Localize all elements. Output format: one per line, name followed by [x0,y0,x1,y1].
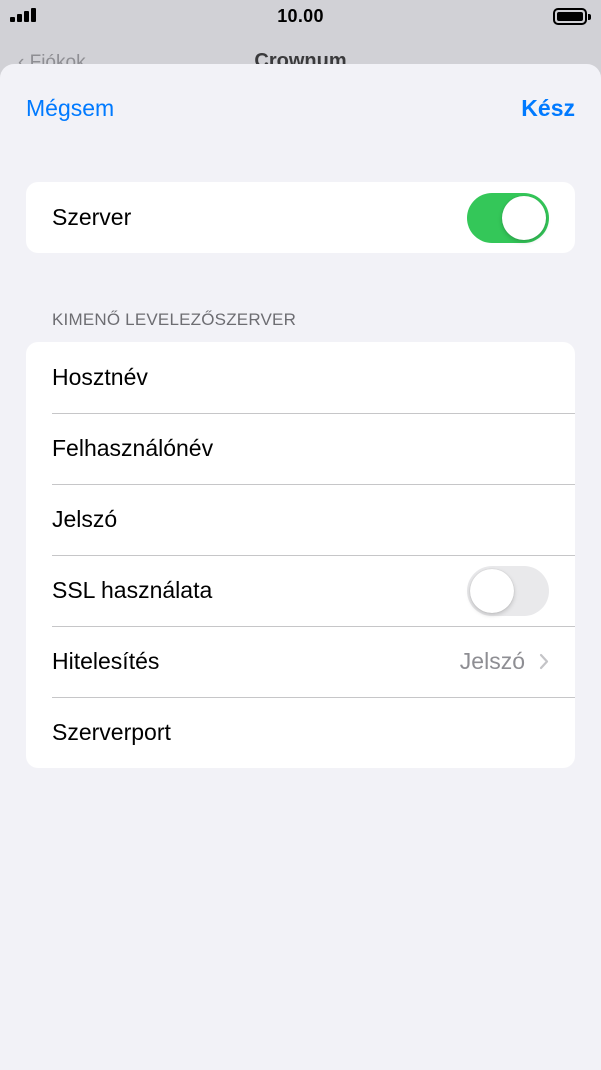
server-row: Szerver [26,182,575,253]
ssl-toggle[interactable] [467,565,549,616]
authentication-value: Jelszó [459,648,525,674]
modal-sheet: Mégsem Kész Szerver KIMENŐ LEVELEZŐSZERV… [0,64,601,1070]
status-bar: 10.00 [0,0,601,34]
password-row[interactable]: Jelszó [26,484,575,555]
status-time: 10.00 [277,6,324,26]
server-group: Szerver [26,182,575,253]
server-port-label: Szerverport [52,719,171,745]
server-port-row[interactable]: Szerverport [26,697,575,768]
authentication-row[interactable]: Hitelesítés Jelszó [26,626,575,697]
username-row[interactable]: Felhasználónév [26,413,575,484]
hostname-row[interactable]: Hosztnév [26,342,575,413]
ssl-label: SSL használata [52,577,213,603]
cancel-button[interactable]: Mégsem [26,95,114,122]
username-label: Felhasználónév [52,435,214,461]
ssl-row: SSL használata [26,555,575,626]
server-toggle[interactable] [467,192,549,243]
outgoing-section-header: KIMENŐ LEVELEZŐSZERVER [52,310,297,329]
authentication-label: Hitelesítés [52,648,160,674]
done-button[interactable]: Kész [521,95,575,122]
password-label: Jelszó [52,506,118,532]
server-label: Szerver [52,204,132,230]
sheet-header: Mégsem Kész [0,64,601,154]
hostname-label: Hosztnév [52,364,148,390]
battery-icon [553,8,591,25]
outgoing-server-group: Hosztnév Felhasználónév Jelszó SSL haszn… [26,342,575,768]
chevron-right-icon [539,653,549,670]
